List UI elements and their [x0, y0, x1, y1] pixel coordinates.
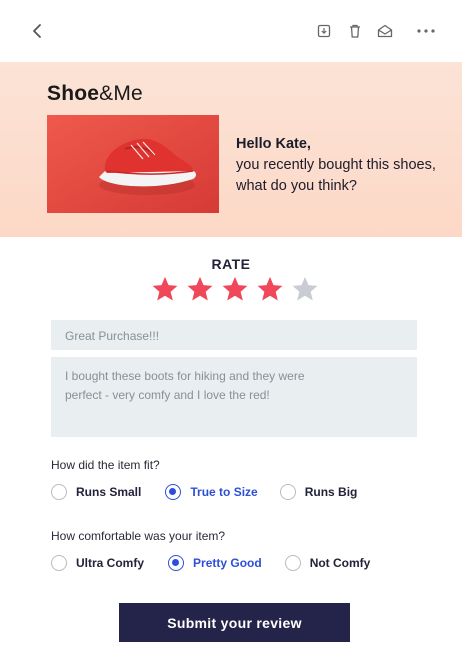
- radio-option[interactable]: Pretty Good: [168, 555, 262, 571]
- radio-option[interactable]: Runs Small: [51, 484, 141, 500]
- greeting-message: you recently bought this shoes, what do …: [236, 157, 436, 194]
- radio-unchecked-icon[interactable]: [51, 484, 67, 500]
- star-2[interactable]: [186, 276, 214, 302]
- radio-label: Runs Big: [304, 485, 358, 499]
- star-3[interactable]: [221, 276, 249, 302]
- radio-option[interactable]: True to Size: [165, 484, 258, 500]
- radio-option[interactable]: Runs Big: [279, 484, 358, 500]
- radio-unchecked-icon[interactable]: [284, 555, 301, 571]
- trash-icon[interactable]: [342, 18, 368, 44]
- radio-checked-icon[interactable]: [168, 555, 185, 571]
- radio-unchecked-icon[interactable]: [279, 484, 296, 500]
- mark-unread-icon[interactable]: [372, 18, 398, 44]
- radio-label: True to Size: [190, 485, 258, 499]
- submit-review-button[interactable]: Submit your review: [119, 603, 350, 642]
- star-1[interactable]: [151, 276, 179, 302]
- star-rating[interactable]: [151, 276, 319, 302]
- email-frame: Shoe&Me Hello Kate, you recently bought …: [0, 0, 462, 671]
- star-5[interactable]: [291, 276, 319, 302]
- radio-option[interactable]: Not Comfy: [284, 555, 371, 571]
- more-icon[interactable]: [413, 18, 439, 44]
- back-chevron-icon[interactable]: [24, 18, 50, 44]
- brand-logo: Shoe&Me: [47, 82, 143, 105]
- radio-label: Runs Small: [76, 485, 142, 499]
- review-body-textarea[interactable]: I bought these boots for hiking and they…: [51, 357, 417, 437]
- greeting-text: Hello Kate, you recently bought this sho…: [236, 134, 446, 197]
- star-4[interactable]: [256, 276, 284, 302]
- radio-label: Pretty Good: [193, 556, 262, 570]
- review-body-text: I bought these boots for hiking and they…: [65, 369, 305, 402]
- comfort-question: How comfortable was your item?: [51, 529, 226, 543]
- product-image: [47, 115, 219, 213]
- fit-question: How did the item fit?: [51, 458, 160, 472]
- comfort-options: Ultra Comfy Pretty Good Not Comfy: [51, 555, 370, 571]
- email-toolbar: [0, 0, 462, 62]
- fit-options: Runs Small True to Size Runs Big: [51, 484, 357, 500]
- radio-unchecked-icon[interactable]: [51, 555, 67, 571]
- rate-label: RATE: [211, 256, 251, 272]
- radio-option[interactable]: Ultra Comfy: [51, 555, 144, 571]
- archive-icon[interactable]: [311, 18, 337, 44]
- review-title-input[interactable]: Great Purchase!!!: [51, 320, 417, 350]
- radio-label: Not Comfy: [309, 556, 371, 570]
- greeting-name: Hello Kate,: [236, 136, 311, 152]
- radio-checked-icon[interactable]: [165, 484, 182, 500]
- radio-label: Ultra Comfy: [76, 556, 145, 570]
